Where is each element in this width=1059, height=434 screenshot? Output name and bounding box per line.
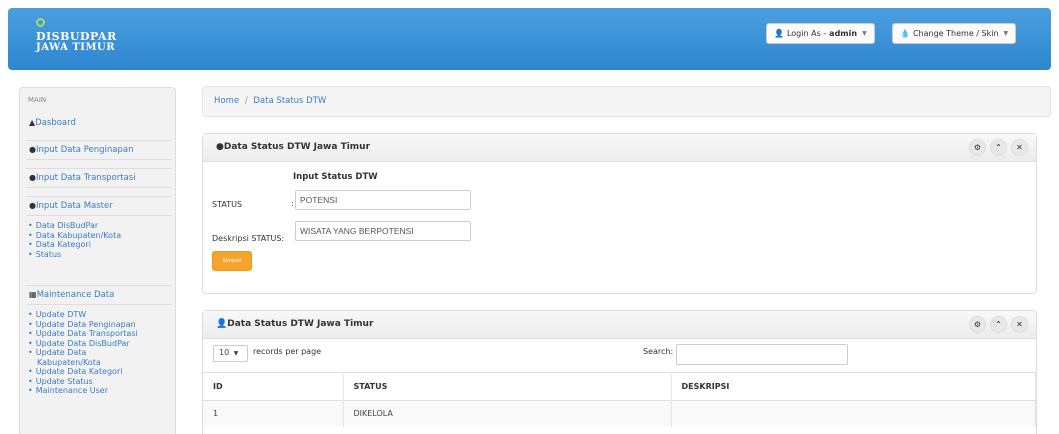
simpan-button[interactable]: Simpan [212, 251, 252, 271]
logo-line1: DISBUDPAR [36, 30, 117, 43]
sidebar-item-label: Dasboard [35, 118, 76, 128]
panel-tools: ⚙ ⌃ ✕ [969, 316, 1028, 333]
collapse-chevron-up-icon[interactable]: ⌃ [990, 316, 1007, 333]
change-theme-dropdown[interactable]: 💧 Change Theme / Skin ▼ [892, 23, 1017, 44]
status-table: ID STATUS DESKRIPSI 1 DIKELOLA [203, 372, 1036, 427]
input-status-panel: ●Data Status DTW Jawa Timur ⚙ ⌃ ✕ Input … [202, 133, 1037, 294]
sidebar-item-maintenance[interactable]: ▦Maintenance Data [26, 285, 171, 305]
user-icon: 👤 [774, 29, 784, 38]
submenu-item[interactable]: • Data Kategori [28, 240, 121, 250]
cell-status: DIKELOLA [343, 400, 672, 427]
panel-title: Data Status DTW Jawa Timur [227, 319, 374, 329]
cell-id: 1 [203, 400, 344, 427]
column-header-status[interactable]: STATUS [343, 372, 672, 401]
settings-gear-icon[interactable]: ⚙ [969, 316, 986, 333]
logo-ring-icon [36, 18, 45, 27]
status-colon: : [291, 199, 294, 208]
page-size-value: 10 [219, 348, 230, 357]
submenu-item[interactable]: • Maintenance User [28, 386, 138, 396]
form-title: Input Status DTW [293, 172, 378, 182]
grid-icon: ▦ [29, 290, 37, 299]
submenu-item[interactable]: • Update Data Penginapan [28, 320, 138, 330]
breadcrumb-home-link[interactable]: Home [214, 96, 239, 106]
master-submenu: • Data DisBudPar • Data Kabupaten/Kota • Da… [28, 221, 121, 259]
table-row[interactable]: 1 DIKELOLA [203, 400, 1036, 427]
status-label: STATUS [212, 200, 243, 209]
settings-gear-icon[interactable]: ⚙ [969, 139, 986, 156]
sidebar-heading: MAIN [28, 96, 47, 104]
sidebar-item-label: Maintenance Data [36, 290, 115, 300]
deskripsi-label: Deskripsi STATUS: [212, 234, 285, 243]
column-header-deskripsi[interactable]: DESKRIPSI [671, 372, 1036, 401]
submenu-item[interactable]: • Data Kabupaten/Kota [28, 231, 121, 241]
chevron-circle-icon: ● [29, 201, 36, 210]
sidebar-item-input-penginapan[interactable]: ●Input Data Penginapan [26, 140, 171, 160]
submenu-item[interactable]: • Update Data Transportasi [28, 329, 138, 339]
collapse-chevron-up-icon[interactable]: ⌃ [990, 139, 1007, 156]
submenu-item[interactable]: • Update Data DisBudPar [28, 339, 138, 349]
submenu-item[interactable]: • Data DisBudPar [28, 221, 121, 231]
chevron-circle-icon: ● [29, 173, 36, 182]
login-username: admin [829, 29, 858, 38]
maintenance-submenu: • Update DTW • Update Data Penginapan • Upd… [28, 310, 138, 396]
breadcrumb: Home / Data Status DTW [202, 86, 1051, 117]
breadcrumb-current: Data Status DTW [253, 96, 327, 106]
search-label: Search: [643, 347, 674, 356]
submenu-item[interactable]: • Update DTW [28, 310, 138, 320]
column-header-id[interactable]: ID [203, 372, 344, 401]
caret-down-icon: ▼ [1003, 30, 1009, 37]
page-size-select[interactable]: 10 ▼ [213, 345, 248, 362]
submenu-item[interactable]: • Status [28, 250, 121, 260]
submenu-item[interactable]: • Update Data [28, 348, 138, 358]
chevron-circle-icon: ● [29, 145, 36, 154]
app-logo[interactable]: DISBUDPAR JAWA TIMUR [36, 18, 117, 53]
status-input[interactable] [295, 190, 471, 210]
login-prefix: Login As - [786, 29, 827, 38]
login-user-dropdown[interactable]: 👤 Login As - admin ▼ [766, 23, 875, 44]
close-icon[interactable]: ✕ [1011, 316, 1028, 333]
records-per-page-label: records per page [253, 347, 322, 356]
sidebar-item-dasboard[interactable]: ▲Dasboard [26, 114, 171, 134]
logo-line2: JAWA TIMUR [36, 42, 116, 53]
submenu-item[interactable]: • Update Data Kategori [28, 367, 138, 377]
sidebar: MAIN ▲Dasboard ●Input Data Penginapan ●I… [19, 87, 176, 434]
table-toolbar: 10 ▼ records per page Search: [203, 339, 1036, 369]
panel-title: Data Status DTW Jawa Timur [223, 142, 371, 152]
tint-icon: 💧 [900, 29, 910, 38]
panel-tools: ⚙ ⌃ ✕ [969, 139, 1028, 156]
caret-down-icon: ▼ [862, 30, 867, 37]
caret-down-icon: ▼ [233, 350, 239, 357]
user-icon: 👤 [216, 319, 228, 329]
close-icon[interactable]: ✕ [1011, 139, 1028, 156]
panel-header: 👤Data Status DTW Jawa Timur ⚙ ⌃ ✕ [203, 311, 1036, 339]
status-table-panel: 👤Data Status DTW Jawa Timur ⚙ ⌃ ✕ 10 ▼ r… [202, 310, 1037, 434]
panel-header: ●Data Status DTW Jawa Timur ⚙ ⌃ ✕ [203, 134, 1036, 162]
search-input[interactable] [676, 344, 848, 365]
cell-deskripsi [671, 400, 1036, 427]
top-header: DISBUDPAR JAWA TIMUR 👤 Login As - admin … [8, 8, 1051, 70]
sidebar-item-label: Input Data Transportasi [35, 173, 136, 183]
table-header-row: ID STATUS DESKRIPSI [203, 372, 1036, 401]
sidebar-item-label: Input Data Master [35, 201, 113, 211]
info-circle-icon: ● [216, 142, 224, 152]
sidebar-item-label: Input Data Penginapan [35, 145, 134, 155]
submenu-item[interactable]: • Update Status [28, 377, 138, 387]
sidebar-item-input-transportasi[interactable]: ●Input Data Transportasi [26, 168, 171, 188]
theme-label: Change Theme / Skin [912, 29, 999, 38]
sidebar-item-input-master[interactable]: ●Input Data Master [26, 196, 171, 216]
breadcrumb-separator: / [244, 96, 248, 106]
submenu-item-continued[interactable]: Kabupaten/Kota [28, 358, 138, 368]
deskripsi-input[interactable] [295, 221, 471, 241]
